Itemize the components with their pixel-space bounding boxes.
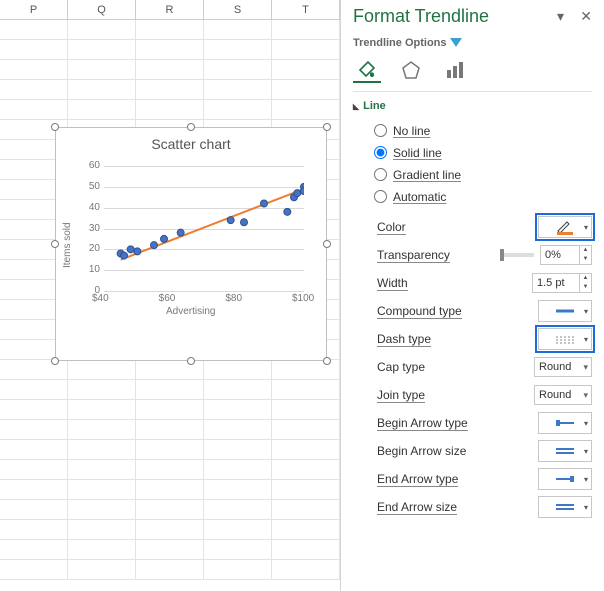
resize-handle[interactable] [51, 357, 59, 365]
arrow-type-icon [554, 418, 576, 428]
transparency-slider[interactable] [504, 253, 534, 257]
chart-title[interactable]: Scatter chart [56, 136, 326, 152]
pane-subtitle[interactable]: Trendline Options [353, 37, 592, 49]
join-type-select[interactable]: Round [534, 385, 592, 405]
radio-gradient-line[interactable]: Gradient line [369, 164, 592, 186]
end-arrow-type-button[interactable]: ▾ [538, 468, 592, 490]
resize-handle[interactable] [187, 357, 195, 365]
section-line[interactable]: Line [353, 100, 592, 112]
arrow-type-icon [554, 474, 576, 484]
begin-arrow-size-button[interactable]: ▾ [538, 440, 592, 462]
dash-line-icon [554, 334, 576, 344]
end-arrow-label: End Arrow type [377, 472, 538, 486]
begin-size-label: Begin Arrow size [377, 444, 538, 458]
end-size-label: End Arrow size [377, 500, 538, 514]
resize-handle[interactable] [323, 357, 331, 365]
width-input[interactable]: 1.5 pt ▲▼ [532, 273, 592, 293]
begin-arrow-label: Begin Arrow type [377, 416, 538, 430]
format-trendline-pane: Format Trendline ▾ ✕ Trendline Options L… [340, 0, 604, 591]
width-label: Width [377, 276, 532, 290]
join-label: Join type [377, 388, 534, 402]
pane-tabs [353, 55, 592, 92]
cap-type-select[interactable]: Round [534, 357, 592, 377]
resize-handle[interactable] [51, 240, 59, 248]
chart-object[interactable]: Scatter chart Items sold Advertising 010… [55, 127, 327, 361]
tab-fill-line[interactable] [353, 57, 381, 83]
line-type-radios: No line Solid line Gradient line Automat… [369, 120, 592, 208]
color-label: Color [377, 220, 538, 234]
arrow-size-icon [554, 502, 576, 512]
tab-options[interactable] [441, 57, 469, 83]
end-arrow-size-button[interactable]: ▾ [538, 496, 592, 518]
cap-label: Cap type [377, 360, 534, 374]
transparency-label: Transparency [377, 248, 504, 262]
col-header[interactable]: T [272, 0, 340, 19]
radio-automatic[interactable]: Automatic [369, 186, 592, 208]
bar-chart-icon [445, 60, 465, 80]
close-button[interactable]: ✕ [580, 8, 592, 25]
pane-subtitle-label: Trendline Options [353, 37, 447, 49]
resize-handle[interactable] [323, 123, 331, 131]
col-header[interactable]: Q [68, 0, 136, 19]
resize-handle[interactable] [187, 123, 195, 131]
resize-handle[interactable] [51, 123, 59, 131]
pane-menu-button[interactable]: ▾ [557, 8, 564, 25]
paint-bucket-icon [356, 58, 378, 80]
radio-solid-line[interactable]: Solid line [369, 142, 592, 164]
radio-no-line[interactable]: No line [369, 120, 592, 142]
color-picker-button[interactable]: ▾ [538, 216, 592, 238]
y-axis-label: Items sold [62, 222, 73, 268]
compound-label: Compound type [377, 304, 538, 318]
dash-type-button[interactable]: ▾ [538, 328, 592, 350]
resize-handle[interactable] [323, 240, 331, 248]
compound-line-icon [554, 306, 576, 316]
compound-type-button[interactable]: ▾ [538, 300, 592, 322]
pentagon-icon [401, 60, 421, 80]
dash-label: Dash type [377, 332, 538, 346]
pencil-icon [555, 219, 575, 235]
tab-effects[interactable] [397, 57, 425, 83]
column-headers: P Q R S T [0, 0, 340, 20]
begin-arrow-type-button[interactable]: ▾ [538, 412, 592, 434]
col-header[interactable]: S [204, 0, 272, 19]
transparency-input[interactable]: 0% ▲▼ [540, 245, 592, 265]
arrow-size-icon [554, 446, 576, 456]
col-header[interactable]: R [136, 0, 204, 19]
x-axis-label: Advertising [166, 306, 215, 317]
plot-area[interactable] [104, 166, 304, 291]
col-header[interactable]: P [0, 0, 68, 19]
